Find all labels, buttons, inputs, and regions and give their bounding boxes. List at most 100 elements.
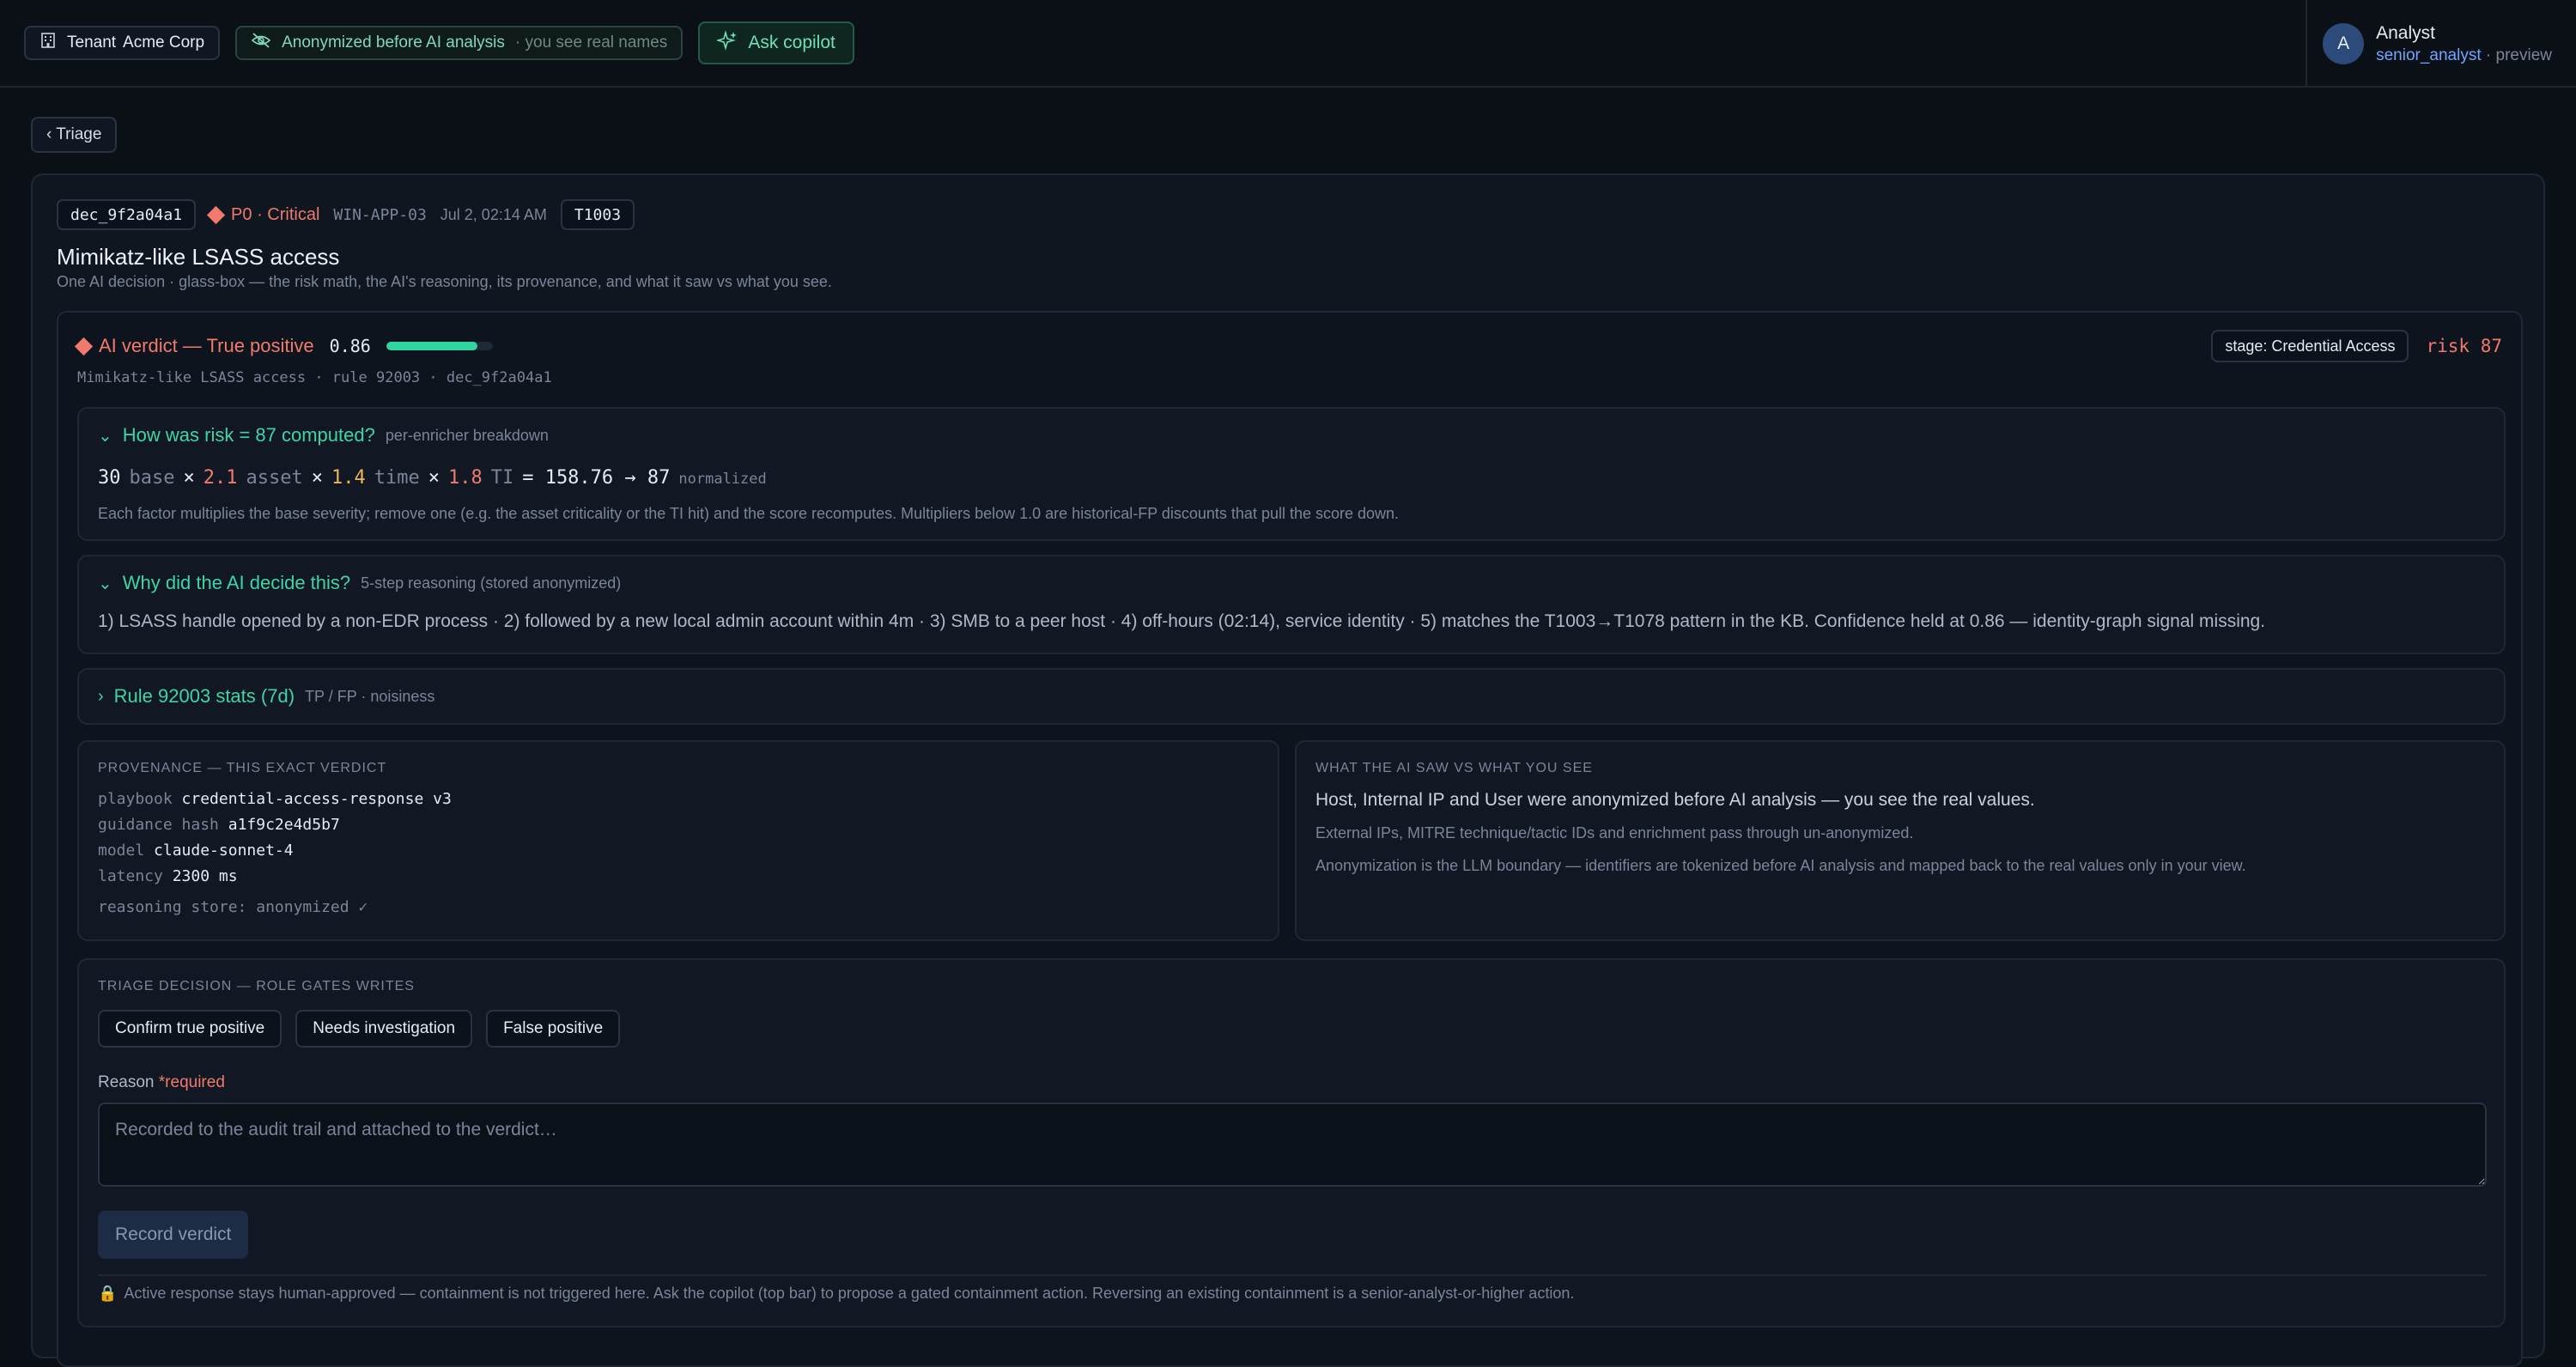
ai-saw-caption: WHAT THE AI SAW VS WHAT YOU SEE	[1315, 761, 1593, 775]
triage-caption: TRIAGE DECISION — ROLE GATES WRITES	[98, 979, 415, 993]
times-sign: ×	[428, 467, 440, 489]
user-name: Analyst	[2376, 22, 2435, 43]
anonymized-label: Anonymized before AI analysis	[282, 33, 505, 52]
triage-decision-panel: TRIAGE DECISION — ROLE GATES WRITES Conf…	[77, 958, 2506, 1328]
time-label: time	[374, 467, 420, 489]
risk-result: = 158.76 → 87	[522, 467, 671, 489]
back-to-triage-button[interactable]: ‹ Triage	[31, 117, 118, 153]
chevron-down-icon: ⌄	[98, 426, 112, 446]
risk-breakdown-section: ⌄ How was risk = 87 computed? per-enrich…	[77, 407, 2506, 541]
containment-note-text: Active response stays human-approved — c…	[124, 1285, 1575, 1302]
ai-saw-main: Host, Internal IP and User were anonymiz…	[1315, 790, 2035, 810]
ask-copilot-label: Ask copilot	[748, 33, 835, 52]
chevron-down-icon: ⌄	[98, 574, 112, 593]
ask-copilot-button[interactable]: Ask copilot	[698, 21, 854, 64]
chevron-right-icon: ›	[98, 686, 104, 706]
page-title: Mimikatz-like LSASS access	[57, 244, 340, 270]
confidence-value: 0.86	[329, 336, 371, 356]
verdict-meta: Mimikatz-like LSASS access · rule 92003 …	[77, 369, 552, 386]
severity-badge: P0 · Critical	[206, 204, 320, 225]
rule-stats-toggle[interactable]: › Rule 92003 stats (7d) TP / FP · noisin…	[98, 685, 434, 708]
ai-saw-line2: Anonymization is the LLM boundary — iden…	[1315, 857, 2246, 874]
confirm-true-positive-button[interactable]: Confirm true positive	[98, 1010, 283, 1048]
reason-label-text: Reason	[98, 1073, 155, 1091]
normalized-label: normalized	[678, 471, 767, 488]
technique-tag[interactable]: T1003	[560, 199, 635, 230]
record-verdict-button[interactable]: Record verdict	[98, 1211, 249, 1259]
reason-textarea[interactable]	[98, 1103, 2487, 1187]
risk-breakdown-subtitle: per-enricher breakdown	[385, 426, 549, 444]
reasoning-section: ⌄ Why did the AI decide this? 5-step rea…	[77, 555, 2506, 654]
ti-label: TI	[490, 467, 514, 489]
containment-note: 🔒 Active response stays human-approved —…	[98, 1285, 1574, 1303]
confidence-bar	[386, 342, 493, 350]
times-sign: ×	[311, 467, 323, 489]
top-bar: Tenant Acme Corp Anonymized before AI an…	[0, 0, 2576, 88]
hash-key: guidance hash	[98, 816, 219, 834]
tenant-selector[interactable]: Tenant Acme Corp	[24, 26, 221, 60]
severity-label: P0 · Critical	[231, 204, 320, 224]
provenance-list: playbook credential-access-response v3 g…	[98, 790, 452, 924]
provenance-caption: PROVENANCE — THIS EXACT VERDICT	[98, 761, 387, 775]
playbook-value: credential-access-response v3	[181, 790, 452, 808]
host-label: WIN-APP-03	[333, 205, 427, 224]
time-value: 1.4	[331, 467, 366, 489]
eye-off-icon	[251, 32, 271, 54]
ai-saw-panel: WHAT THE AI SAW VS WHAT YOU SEE Host, In…	[1295, 740, 2506, 941]
risk-breakdown-toggle[interactable]: ⌄ How was risk = 87 computed? per-enrich…	[98, 424, 549, 447]
risk-score: risk 87	[2426, 336, 2502, 356]
model-key: model	[98, 841, 145, 860]
diamond-icon	[206, 205, 226, 224]
rule-stats-title: Rule 92003 stats (7d)	[113, 685, 295, 707]
anonymization-badge: Anonymized before AI analysis · you see …	[235, 26, 683, 60]
alert-time: Jul 2, 02:14 AM	[440, 205, 547, 223]
verdict-right: stage: Credential Access risk 87	[2211, 330, 2502, 362]
times-sign: ×	[183, 467, 195, 489]
hash-value: a1f9c2e4d5b7	[228, 816, 340, 834]
verdict-text: AI verdict — True positive	[99, 335, 314, 356]
mode-label: · preview	[2485, 46, 2552, 64]
latency-value: 2300 ms	[172, 867, 238, 885]
reasoning-toggle[interactable]: ⌄ Why did the AI decide this? 5-step rea…	[98, 572, 621, 594]
reasoning-text: 1) LSASS handle opened by a non-EDR proc…	[98, 611, 2266, 631]
rule-stats-section[interactable]: › Rule 92003 stats (7d) TP / FP · noisin…	[77, 668, 2506, 725]
risk-breakdown-note: Each factor multiplies the base severity…	[98, 505, 1400, 522]
model-value: claude-sonnet-4	[154, 841, 294, 860]
avatar[interactable]: A	[2323, 23, 2365, 64]
risk-formula: 30 base × 2.1 asset × 1.4 time × 1.8 TI …	[98, 467, 767, 489]
false-positive-button[interactable]: False positive	[486, 1010, 621, 1048]
anonymized-note: · you see real names	[514, 33, 668, 52]
needs-investigation-button[interactable]: Needs investigation	[295, 1010, 473, 1048]
risk-breakdown-title: How was risk = 87 computed?	[122, 424, 375, 446]
triage-buttons: Confirm true positive Needs investigatio…	[98, 1010, 621, 1048]
verdict-label: AI verdict — True positive	[74, 335, 314, 357]
role-name: senior_analyst	[2376, 46, 2482, 64]
user-menu[interactable]: A Analyst senior_analyst · preview	[2306, 0, 2552, 88]
building-icon	[39, 32, 57, 54]
base-label: base	[129, 467, 175, 489]
user-role: senior_analyst · preview	[2376, 46, 2552, 65]
asset-label: asset	[246, 467, 303, 489]
rule-stats-subtitle: TP / FP · noisiness	[305, 687, 435, 705]
alert-header: dec_9f2a04a1 P0 · Critical WIN-APP-03 Ju…	[57, 199, 635, 230]
stage-badge: stage: Credential Access	[2211, 330, 2409, 362]
divider	[98, 1274, 2487, 1276]
decision-id-tag[interactable]: dec_9f2a04a1	[57, 199, 197, 230]
diamond-icon	[74, 337, 94, 355]
base-value: 30	[98, 467, 121, 489]
required-marker: *required	[158, 1073, 225, 1091]
lock-icon: 🔒	[98, 1285, 118, 1302]
reasoning-subtitle: 5-step reasoning (stored anonymized)	[361, 574, 622, 592]
tenant-label: Tenant	[67, 33, 117, 52]
verdict-header: AI verdict — True positive 0.86	[74, 335, 493, 357]
ai-saw-line1: External IPs, MITRE technique/tactic IDs…	[1315, 824, 1914, 841]
page-subtitle: One AI decision · glass-box — the risk m…	[57, 273, 832, 290]
confidence-bar-fill	[386, 342, 478, 350]
sparkle-icon	[715, 30, 738, 56]
provenance-panel: PROVENANCE — THIS EXACT VERDICT playbook…	[77, 740, 1279, 941]
reasoning-title: Why did the AI decide this?	[122, 572, 351, 593]
decision-card: dec_9f2a04a1 P0 · Critical WIN-APP-03 Ju…	[31, 173, 2545, 1367]
latency-key: latency	[98, 867, 163, 885]
ti-value: 1.8	[447, 467, 483, 489]
verdict-panel: AI verdict — True positive 0.86 Mimikatz…	[57, 311, 2523, 1367]
